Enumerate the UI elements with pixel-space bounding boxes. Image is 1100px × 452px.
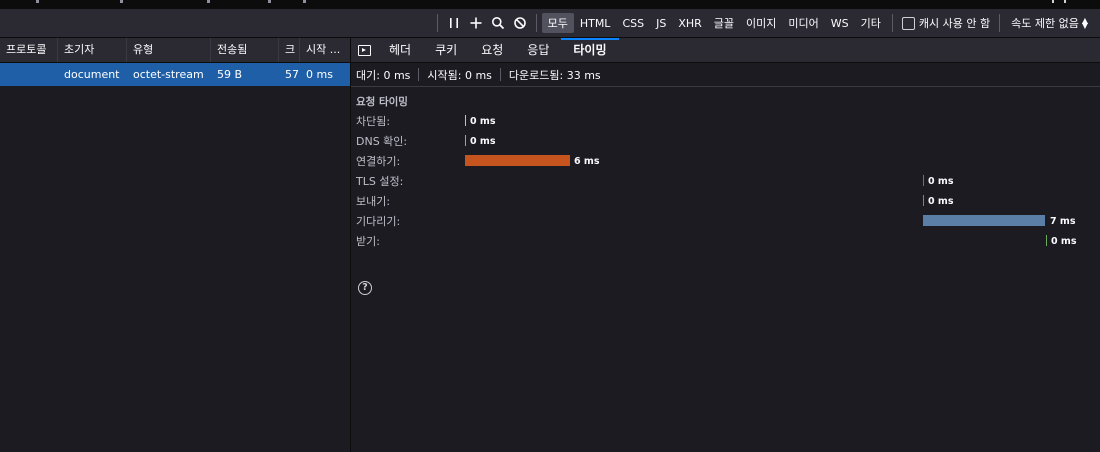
chrome-mark	[36, 0, 39, 3]
updown-arrows-icon: ▲ ▼	[1081, 16, 1088, 30]
disable-cache-label: 캐시 사용 안 함	[918, 17, 991, 30]
tab-cookies[interactable]: 쿠키	[423, 38, 469, 62]
cell-initiator: document	[64, 68, 120, 81]
timing-label-waiting: 기다리기:	[356, 215, 401, 228]
request-list-panel: 프로토콜 초기자 유형 전송됨 크 시작 ... document octet-…	[0, 38, 350, 452]
filter-media[interactable]: 미디어	[782, 13, 824, 33]
filter-css[interactable]: CSS	[616, 15, 650, 32]
request-details-panel: 헤더 쿠키 요청 응답 타이밍 대기: 0 ms 시작됨: 0 ms 다운로드됨…	[351, 38, 1100, 452]
timing-bar-blocked	[465, 115, 466, 126]
tab-response[interactable]: 응답	[515, 38, 561, 62]
filter-fonts[interactable]: 글꼴	[708, 13, 740, 33]
search-icon[interactable]	[487, 12, 509, 34]
filter-images[interactable]: 이미지	[740, 13, 782, 33]
timing-bar-connecting	[465, 155, 570, 166]
window-icon[interactable]	[1052, 0, 1066, 3]
timing-value-connecting: 6 ms	[574, 156, 600, 167]
chrome-mark	[120, 0, 123, 3]
block-icon[interactable]	[509, 12, 531, 34]
timing-label-receiving: 받기:	[356, 235, 380, 248]
filter-all[interactable]: 모두	[541, 13, 574, 33]
summary-separator	[499, 68, 501, 81]
filter-xhr[interactable]: XHR	[672, 15, 707, 32]
checkbox-box[interactable]	[901, 16, 915, 30]
timing-bar-sending	[923, 195, 924, 206]
tab-headers[interactable]: 헤더	[377, 38, 423, 62]
help-icon[interactable]: ?	[358, 281, 372, 295]
timing-summary: 대기: 0 ms 시작됨: 0 ms 다운로드됨: 33 ms	[351, 63, 1100, 87]
chrome-mark	[207, 0, 210, 3]
disable-cache-checkbox[interactable]: 캐시 사용 안 함	[898, 15, 994, 31]
toolbar-separator	[999, 14, 1001, 32]
cell-protocol	[0, 63, 58, 86]
cell-transferred: 59 B	[217, 68, 243, 81]
pause-icon[interactable]	[443, 12, 465, 34]
filter-other[interactable]: 기타	[855, 13, 887, 33]
toolbar-separator	[535, 14, 537, 32]
queued-summary: 대기: 0 ms	[356, 68, 411, 82]
timing-value-receiving: 0 ms	[1051, 236, 1077, 247]
toolbar-separator	[436, 14, 438, 32]
timing-label-connecting: 연결하기:	[356, 155, 401, 168]
throttling-select[interactable]: 속도 제한 없음 ▲ ▼	[1005, 15, 1092, 31]
summary-separator	[418, 68, 420, 81]
timing-value-dns: 0 ms	[470, 136, 496, 147]
toggle-sidebar-icon[interactable]	[351, 38, 377, 62]
timing-bar-dns	[465, 135, 466, 146]
timing-bar-receiving	[1046, 235, 1047, 246]
request-row[interactable]: document octet-stream 59 B 57 0 ms	[0, 63, 350, 86]
timings-section-title: 요청 타이밍	[356, 96, 408, 108]
column-start[interactable]: 시작 ...	[300, 38, 350, 62]
timing-bar-waiting	[923, 215, 1045, 226]
toolbar-separator	[891, 14, 893, 32]
throttling-label: 속도 제한 없음	[1011, 17, 1079, 30]
filter-ws[interactable]: WS	[825, 15, 855, 32]
chrome-mark	[268, 0, 271, 3]
column-initiator[interactable]: 초기자	[58, 38, 127, 62]
timing-label-dns: DNS 확인:	[356, 135, 408, 148]
timing-bar-tls	[923, 175, 924, 186]
column-size[interactable]: 크	[279, 38, 300, 62]
timing-label-blocked: 차단됨:	[356, 115, 391, 128]
timing-label-sending: 보내기:	[356, 195, 391, 208]
filter-js[interactable]: JS	[650, 15, 672, 32]
column-type[interactable]: 유형	[127, 38, 211, 62]
timing-value-waiting: 7 ms	[1050, 216, 1076, 227]
chrome-mark	[303, 0, 306, 3]
request-timings: 요청 타이밍 차단됨: 0 ms DNS 확인: 0 ms 연결하기: 6 ms…	[351, 87, 1100, 387]
downloaded-summary: 다운로드됨: 33 ms	[508, 68, 601, 82]
tab-timings[interactable]: 타이밍	[561, 38, 619, 62]
started-summary: 시작됨: 0 ms	[427, 68, 492, 82]
request-list-header: 프로토콜 초기자 유형 전송됨 크 시작 ...	[0, 38, 350, 63]
timing-value-sending: 0 ms	[928, 196, 954, 207]
network-toolbar: 모두 HTML CSS JS XHR 글꼴 이미지 미디어 WS 기타 캐시 사…	[0, 9, 1100, 38]
plus-icon[interactable]	[465, 12, 487, 34]
timing-value-tls: 0 ms	[928, 176, 954, 187]
cell-type: octet-stream	[133, 68, 204, 81]
timing-label-tls: TLS 설정:	[356, 175, 404, 188]
column-protocol[interactable]: 프로토콜	[0, 38, 58, 62]
cell-start: 0 ms	[306, 68, 333, 81]
timing-value-blocked: 0 ms	[470, 116, 496, 127]
browser-chrome-strip	[0, 0, 1100, 9]
tab-request[interactable]: 요청	[469, 38, 515, 62]
column-transferred[interactable]: 전송됨	[211, 38, 279, 62]
cell-size: 57	[285, 68, 299, 81]
details-tabbar: 헤더 쿠키 요청 응답 타이밍	[351, 38, 1100, 63]
filter-html[interactable]: HTML	[574, 15, 617, 32]
